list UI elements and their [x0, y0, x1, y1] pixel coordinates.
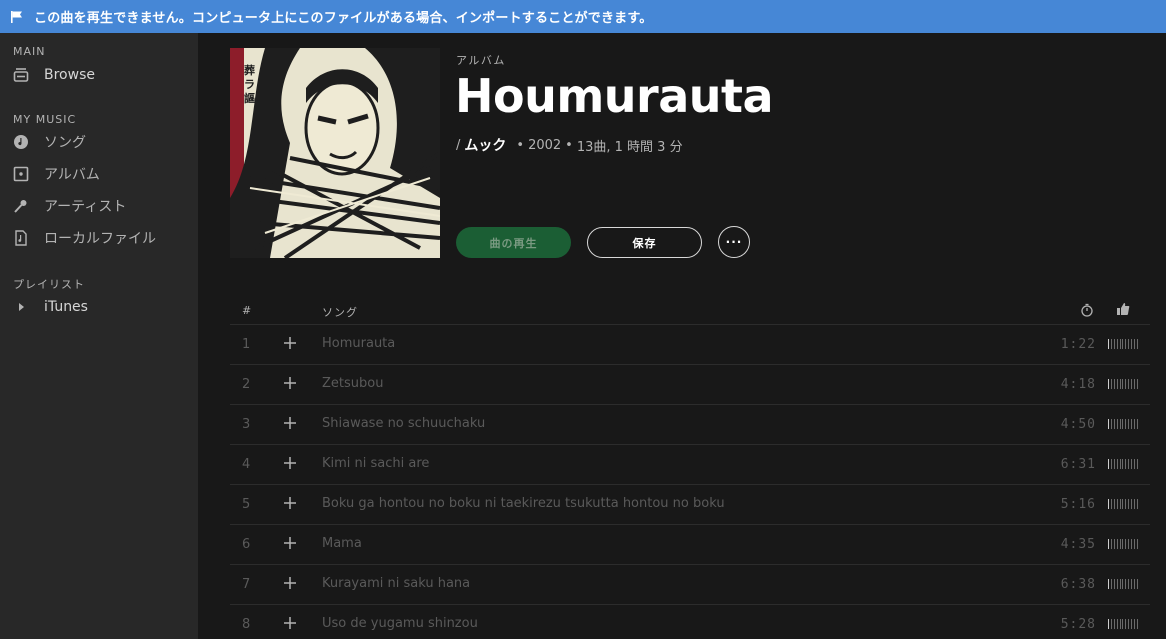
track-title: Mama [322, 536, 362, 551]
thumbs-up-icon[interactable] [1116, 301, 1130, 320]
sidebar-item-label: Browse [44, 67, 95, 83]
add-track-icon[interactable] [282, 375, 298, 391]
track-title: Kurayami ni saku hana [322, 576, 471, 591]
track-number: 2 [242, 377, 251, 392]
column-song[interactable]: ソング [322, 304, 358, 320]
track-number: 7 [242, 577, 251, 592]
sidebar-item-label: アルバム [44, 167, 100, 183]
popularity-meter [1108, 579, 1138, 589]
sidebar-item-artists[interactable]: アーティスト [13, 195, 126, 217]
cover-title-text: 葬 [244, 63, 255, 77]
track-title: Boku ga hontou no boku ni taekirezu tsuk… [322, 496, 725, 511]
add-track-icon[interactable] [282, 415, 298, 431]
popularity-meter [1108, 539, 1138, 549]
track-number: 3 [242, 417, 251, 432]
play-button[interactable]: 曲の再生 [456, 227, 571, 258]
track-title: Zetsubou [322, 376, 384, 391]
track-title: Shiawase no schuuchaku [322, 416, 486, 431]
add-track-icon[interactable] [282, 455, 298, 471]
table-row[interactable]: 4 Kimi ni sachi are 6:31 [230, 445, 1150, 485]
sidebar-item-local-files[interactable]: ローカルファイル [13, 227, 156, 249]
flag-icon [11, 10, 22, 23]
main-panel: 葬 ラ 謳 アルバム Houmurauta / ムック • 2002 • 13曲… [198, 33, 1166, 639]
album-meta: / ムック • 2002 • 13曲, 1 時間 3 分 [456, 135, 683, 155]
sidebar-item-label: ソング [44, 135, 86, 151]
track-duration: 5:28 [1060, 617, 1096, 632]
track-number: 8 [242, 617, 251, 632]
track-duration: 6:38 [1060, 577, 1096, 592]
sidebar-heading-main: MAIN [13, 45, 46, 58]
track-number: 6 [242, 537, 251, 552]
track-number: 1 [242, 337, 251, 352]
add-track-icon[interactable] [282, 615, 298, 631]
table-row[interactable]: 6 Mama 4:35 [230, 525, 1150, 565]
radio-icon [13, 67, 29, 83]
save-button[interactable]: 保存 [587, 227, 702, 258]
popularity-meter [1108, 379, 1138, 389]
track-table-header: # ソング [230, 295, 1150, 325]
column-number[interactable]: # [242, 304, 252, 317]
table-row[interactable]: 7 Kurayami ni saku hana 6:38 [230, 565, 1150, 605]
error-banner: この曲を再生できません。コンピュータ上にこのファイルがある場合、インポートするこ… [0, 0, 1166, 33]
file-music-icon [13, 230, 29, 246]
sidebar-item-playlist-itunes[interactable]: iTunes [13, 296, 88, 318]
album-icon [13, 166, 29, 182]
sidebar-item-label: アーティスト [44, 199, 127, 215]
add-track-icon[interactable] [282, 495, 298, 511]
track-number: 5 [242, 497, 251, 512]
track-duration: 4:18 [1060, 377, 1096, 392]
track-duration: 4:35 [1060, 537, 1096, 552]
add-track-icon[interactable] [282, 335, 298, 351]
popularity-meter [1108, 339, 1138, 349]
album-year: 2002 [528, 137, 562, 153]
microphone-icon [13, 198, 29, 214]
sidebar-item-browse[interactable]: Browse [13, 64, 95, 86]
table-row[interactable]: 3 Shiawase no schuuchaku 4:50 [230, 405, 1150, 445]
music-note-circle-icon [13, 134, 29, 150]
sidebar-heading-playlists: プレイリスト [13, 278, 85, 291]
album-summary: 13曲, 1 時間 3 分 [576, 139, 683, 155]
sidebar-heading-my-music: MY MUSIC [13, 113, 77, 126]
more-options-button[interactable]: ··· [718, 226, 750, 258]
table-row[interactable]: 1 Homurauta 1:22 [230, 325, 1150, 365]
track-title: Homurauta [322, 336, 396, 351]
track-duration: 5:16 [1060, 497, 1096, 512]
track-title: Uso de yugamu shinzou [322, 616, 478, 631]
album-cover: 葬 ラ 謳 [230, 48, 440, 258]
stopwatch-icon[interactable] [1080, 302, 1094, 321]
sidebar-item-albums[interactable]: アルバム [13, 163, 100, 185]
track-duration: 6:31 [1060, 457, 1096, 472]
add-track-icon[interactable] [282, 575, 298, 591]
table-row[interactable]: 2 Zetsubou 4:18 [230, 365, 1150, 405]
table-row[interactable]: 5 Boku ga hontou no boku ni taekirezu tsu… [230, 485, 1150, 525]
popularity-meter [1108, 499, 1138, 509]
track-duration: 4:50 [1060, 417, 1096, 432]
popularity-meter [1108, 619, 1138, 629]
artist-prefix: / [456, 137, 461, 153]
popularity-meter [1108, 419, 1138, 429]
sidebar: MAIN Browse MY MUSIC ソング アルバム アーティスト ローカ… [0, 33, 198, 639]
artist-link[interactable]: ムック [464, 135, 506, 155]
table-row[interactable]: 8 Uso de yugamu shinzou 5:28 [230, 605, 1150, 639]
svg-text:謳: 謳 [244, 91, 255, 105]
svg-text:ラ: ラ [244, 78, 255, 91]
triangle-right-icon[interactable] [13, 299, 29, 315]
add-track-icon[interactable] [282, 535, 298, 551]
sidebar-item-label: iTunes [44, 299, 88, 315]
sidebar-item-label: ローカルファイル [44, 231, 156, 247]
sidebar-item-songs[interactable]: ソング [13, 131, 86, 153]
banner-message: この曲を再生できません。コンピュータ上にこのファイルがある場合、インポートするこ… [34, 11, 653, 26]
album-type-label: アルバム [456, 54, 506, 67]
popularity-meter [1108, 459, 1138, 469]
album-title: Houmurauta [455, 69, 774, 123]
track-duration: 1:22 [1060, 337, 1096, 352]
track-title: Kimi ni sachi are [322, 456, 430, 471]
track-number: 4 [242, 457, 251, 472]
